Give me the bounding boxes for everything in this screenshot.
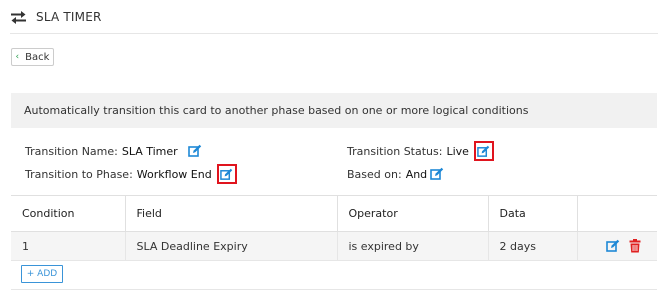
chevron-left-icon: ‹ — [15, 52, 20, 62]
based-on-field: Based on: And — [347, 165, 444, 183]
column-header-field: Field — [125, 195, 338, 232]
column-header-operator: Operator — [337, 195, 489, 232]
transition-status-label: Transition Status: — [347, 144, 443, 158]
edit-transition-phase-icon[interactable] — [216, 164, 237, 184]
transition-status-value: Live — [446, 144, 469, 158]
page-title: SLA TIMER — [36, 10, 102, 24]
transition-name-value: SLA Timer — [121, 144, 178, 158]
column-header-actions — [577, 195, 657, 232]
transition-to-phase-value: Workflow End — [136, 167, 212, 181]
operator-cell: is expired by — [337, 231, 489, 261]
conditions-table: Condition Field Operator Data 1 SLA Dead… — [11, 195, 657, 261]
back-button-label: Back — [25, 51, 50, 63]
transition-status-field: Transition Status: Live — [347, 141, 494, 161]
add-condition-button[interactable]: + ADD — [21, 265, 63, 283]
condition-cell: 1 — [11, 231, 126, 261]
back-button[interactable]: ‹ Back — [11, 48, 54, 66]
actions-cell — [577, 231, 657, 261]
edit-based-on-icon[interactable] — [430, 167, 444, 181]
transition-to-phase-field: Transition to Phase: Workflow End — [25, 164, 237, 184]
based-on-value: And — [405, 167, 428, 181]
data-cell: 2 days — [488, 231, 578, 261]
page-header: SLA TIMER — [10, 6, 102, 28]
transition-to-phase-label: Transition to Phase: — [25, 167, 133, 181]
table-header-row: Condition Field Operator Data — [11, 195, 657, 232]
header-divider — [10, 33, 658, 34]
column-header-condition: Condition — [11, 195, 126, 232]
edit-transition-name-icon[interactable] — [187, 144, 202, 158]
description-text: Automatically transition this card to an… — [24, 104, 529, 117]
edit-condition-icon[interactable] — [606, 239, 620, 253]
field-cell: SLA Deadline Expiry — [125, 231, 338, 261]
transition-name-field: Transition Name: SLA Timer — [25, 142, 202, 160]
description-panel: Automatically transition this card to an… — [11, 93, 657, 128]
based-on-label: Based on: — [347, 167, 402, 181]
edit-transition-status-icon[interactable] — [473, 141, 494, 161]
column-header-data: Data — [488, 195, 578, 232]
table-row: 1 SLA Deadline Expiry is expired by 2 da… — [11, 231, 657, 261]
transition-name-label: Transition Name: — [25, 144, 118, 158]
bottom-divider — [11, 289, 657, 290]
swap-arrows-icon — [10, 10, 27, 24]
trash-icon[interactable] — [629, 239, 641, 253]
